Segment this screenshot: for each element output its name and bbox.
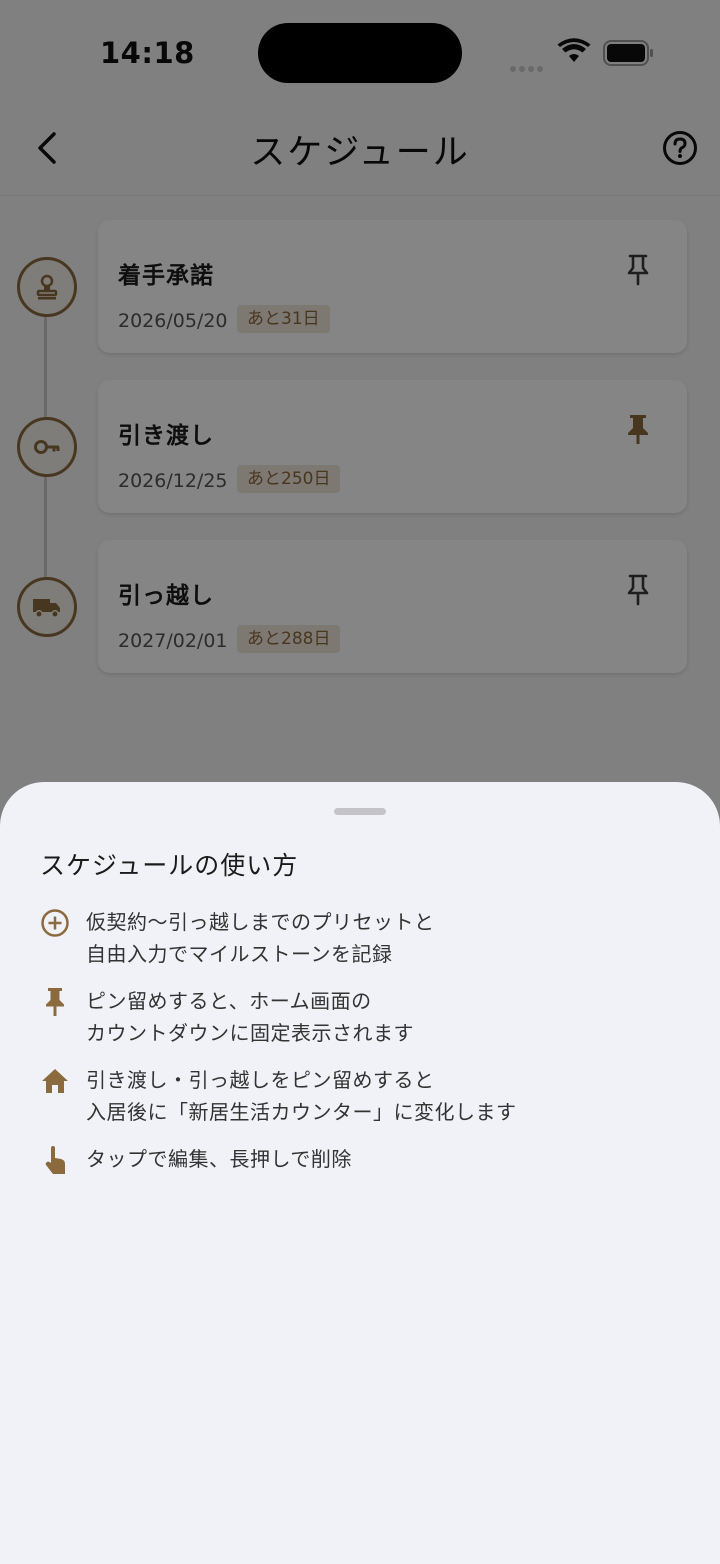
tip-item: ピン留めすると、ホーム画面の カウントダウンに固定表示されます [40, 985, 680, 1055]
tip-text: タップで編集、長押しで削除 [86, 1147, 352, 1171]
home-icon [42, 1069, 68, 1093]
tip-item: タップで編集、長押しで削除 [40, 1143, 680, 1183]
tip-text: 引き渡し・引っ越しをピン留めすると 入居後に「新居生活カウンター」に変化します [86, 1068, 517, 1124]
sheet-title: スケジュールの使い方 [40, 851, 299, 880]
tip-text: 仮契約〜引っ越しまでのプリセットと 自由入力でマイルストーンを記録 [86, 910, 435, 966]
add-circle-icon [41, 909, 69, 937]
tip-text: ピン留めすると、ホーム画面の カウントダウンに固定表示されます [86, 989, 414, 1045]
tip-item: 仮契約〜引っ越しまでのプリセットと 自由入力でマイルストーンを記録 [40, 906, 680, 976]
tip-item: 引き渡し・引っ越しをピン留めすると 入居後に「新居生活カウンター」に変化します [40, 1064, 680, 1134]
pin-icon [46, 988, 64, 1016]
help-bottom-sheet: スケジュールの使い方 仮契約〜引っ越しまでのプリセットと 自由入力でマイルストー… [0, 782, 720, 1564]
tap-hand-icon [45, 1146, 65, 1174]
sheet-drag-handle[interactable] [334, 808, 386, 815]
